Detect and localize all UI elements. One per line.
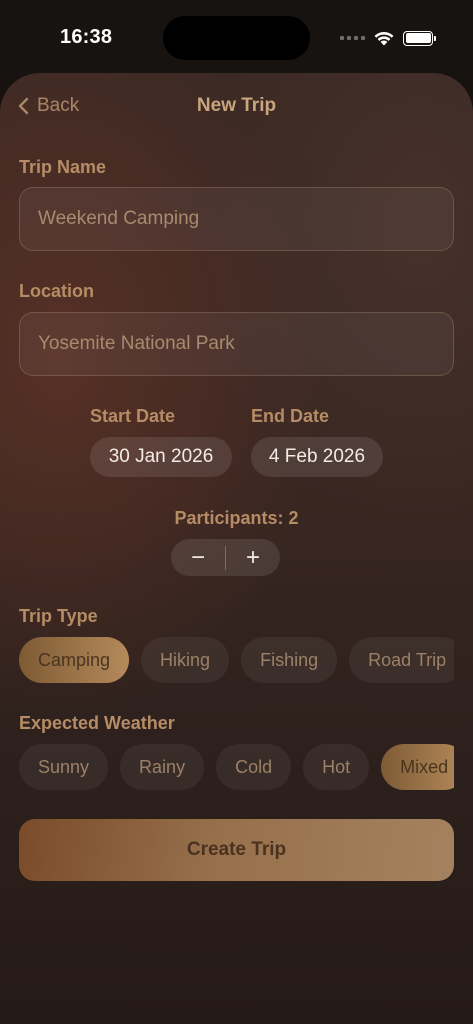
trip-name-label: Trip Name: [19, 157, 107, 177]
chip-weather-mixed[interactable]: Mixed: [381, 744, 454, 790]
page-title: New Trip: [196, 95, 277, 116]
nav-bar: Back New Trip: [0, 73, 473, 139]
start-date-label: Start Date: [90, 406, 176, 426]
trip-name-input[interactable]: Weekend Camping: [19, 187, 454, 251]
chip-weather-hot[interactable]: Hot: [303, 744, 370, 790]
location-input[interactable]: Yosemite National Park: [19, 312, 454, 376]
chip-weather-sunny[interactable]: Sunny: [19, 744, 109, 790]
cellular-signal-icon: [340, 36, 365, 40]
location-value: Yosemite National Park: [38, 333, 235, 354]
status-bar: 16:38: [0, 0, 473, 74]
participants-label: Participants: 2: [174, 508, 299, 528]
location-label: Location: [19, 281, 94, 301]
weather-chips[interactable]: Sunny Rainy Cold Hot Mixed: [19, 744, 454, 790]
weather-label: Expected Weather: [19, 713, 175, 733]
trip-type-chips[interactable]: Camping Hiking Fishing Road Trip: [19, 637, 454, 683]
trip-type-label: Trip Type: [19, 606, 98, 626]
dynamic-island: [163, 16, 310, 60]
chip-trip-type-fishing[interactable]: Fishing: [241, 637, 338, 683]
trip-name-value: Weekend Camping: [38, 208, 200, 229]
chip-weather-cold[interactable]: Cold: [216, 744, 292, 790]
end-date-label: End Date: [251, 406, 330, 426]
create-trip-button[interactable]: Create Trip: [19, 819, 454, 881]
wifi-icon: [374, 31, 394, 46]
end-date-picker[interactable]: 4 Feb 2026: [251, 437, 383, 477]
increment-button[interactable]: +: [226, 539, 280, 576]
chip-trip-type-camping[interactable]: Camping: [19, 637, 130, 683]
participants-stepper[interactable]: − +: [171, 539, 280, 576]
decrement-button[interactable]: −: [171, 539, 225, 576]
status-icons: [340, 28, 436, 48]
start-date-picker[interactable]: 30 Jan 2026: [90, 437, 232, 477]
chip-trip-type-hiking[interactable]: Hiking: [141, 637, 230, 683]
new-trip-sheet: Back New Trip Trip Name Weekend Camping …: [0, 73, 473, 1024]
chip-weather-rainy[interactable]: Rainy: [120, 744, 205, 790]
battery-icon: [403, 30, 436, 46]
chip-trip-type-road-trip[interactable]: Road Trip: [349, 637, 454, 683]
status-time: 16:38: [60, 26, 113, 48]
